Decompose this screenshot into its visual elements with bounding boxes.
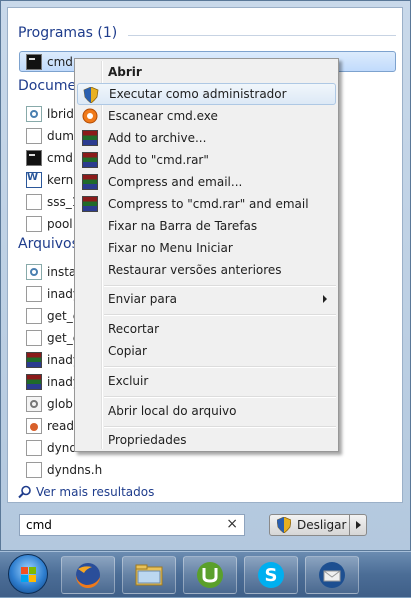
menu-item-run-as-admin[interactable]: Executar como administrador [77, 83, 336, 105]
html-file-icon [26, 417, 42, 434]
result-label: insta [47, 264, 77, 279]
utorrent-icon [197, 562, 223, 588]
menu-item-add-to-cmd-rar[interactable]: Add to "cmd.rar" [77, 149, 336, 171]
winrar-icon [82, 152, 98, 168]
menu-item-label: Excluir [108, 374, 149, 388]
menu-item-label: Fixar no Menu Iniciar [108, 241, 233, 255]
rar-archive-icon [26, 373, 42, 390]
thunderbird-icon [319, 562, 345, 588]
shutdown-options-arrow[interactable] [349, 514, 367, 536]
start-button[interactable] [8, 554, 48, 594]
windows-logo-icon [21, 567, 36, 582]
menu-item-label: Abrir local do arquivo [108, 404, 237, 418]
result-label: read [47, 418, 75, 433]
taskbar-utorrent[interactable] [183, 556, 237, 594]
document-icon [26, 307, 42, 324]
winrar-icon [82, 196, 98, 212]
document-icon [26, 439, 42, 456]
menu-item-label: Recortar [108, 322, 160, 336]
word-document-icon [26, 171, 42, 188]
result-label: cmd [47, 54, 73, 69]
search-box[interactable]: × [19, 514, 245, 536]
winrar-icon [82, 174, 98, 190]
menu-separator [104, 314, 336, 316]
menu-item-pin-start[interactable]: Fixar no Menu Iniciar [77, 237, 336, 259]
result-label: dyndns.h [47, 462, 103, 477]
shutdown-label: Desligar [297, 518, 347, 532]
firefox-icon [75, 563, 100, 589]
menu-item-scan[interactable]: Escanear cmd.exe [77, 105, 336, 127]
result-label: dum [47, 128, 74, 143]
context-menu: Abrir Executar como administrador Escane… [74, 58, 339, 452]
file-result[interactable]: dyndns.h [26, 459, 386, 480]
menu-item-restore-versions[interactable]: Restaurar versões anteriores [77, 259, 336, 281]
taskbar-firefox[interactable] [61, 556, 115, 594]
menu-item-compress-cmd-rar-email[interactable]: Compress to "cmd.rar" and email [77, 193, 336, 215]
taskbar-thunderbird[interactable] [305, 556, 359, 594]
menu-separator [104, 285, 336, 287]
menu-separator [104, 366, 336, 368]
config-file-icon [26, 263, 42, 280]
menu-item-label: Add to "cmd.rar" [108, 153, 209, 167]
see-more-label: Ver mais resultados [36, 485, 155, 499]
menu-item-label: Copiar [108, 344, 147, 358]
uac-shield-icon [83, 87, 99, 103]
menu-item-label: Enviar para [108, 292, 177, 306]
files-header: Arquivos [18, 236, 79, 252]
document-icon [26, 193, 42, 210]
shutdown-button[interactable]: Desligar [269, 514, 350, 536]
taskbar: S [0, 551, 411, 597]
menu-separator [104, 396, 336, 398]
search-icon [18, 485, 31, 499]
menu-item-label: Compress to "cmd.rar" and email [108, 197, 309, 211]
uac-shield-icon [277, 517, 291, 533]
svg-text:S: S [265, 565, 278, 586]
menu-separator [104, 426, 336, 428]
menu-item-label: Propriedades [108, 433, 187, 447]
config-file-icon [26, 105, 42, 122]
settings-file-icon [26, 395, 42, 412]
winrar-icon [82, 130, 98, 146]
skype-icon: S [258, 562, 284, 588]
clear-search-icon[interactable]: × [226, 516, 238, 532]
menu-item-label: Add to archive... [108, 131, 207, 145]
menu-item-cut[interactable]: Recortar [77, 318, 336, 340]
document-icon [26, 215, 42, 232]
menu-item-send-to[interactable]: Enviar para [77, 288, 336, 310]
menu-item-open-file-location[interactable]: Abrir local do arquivo [77, 400, 336, 422]
cmd-icon [26, 53, 42, 70]
rar-archive-icon [26, 351, 42, 368]
menu-item-add-to-archive[interactable]: Add to archive... [77, 127, 336, 149]
menu-item-label: Executar como administrador [109, 87, 287, 101]
cmd-icon [26, 149, 42, 166]
menu-item-delete[interactable]: Excluir [77, 370, 336, 392]
programs-header: Programas (1) [18, 25, 118, 41]
taskbar-explorer[interactable] [122, 556, 176, 594]
result-label: cmd [47, 150, 73, 165]
result-label: globl [47, 396, 77, 411]
menu-item-label: Escanear cmd.exe [108, 109, 218, 123]
folder-icon [135, 564, 163, 586]
document-icon [26, 285, 42, 302]
avast-icon [82, 108, 98, 124]
submenu-arrow-icon [323, 295, 327, 303]
result-label: kern [47, 172, 74, 187]
menu-item-properties[interactable]: Propriedades [77, 429, 336, 451]
programs-divider [128, 35, 396, 36]
menu-item-label: Abrir [108, 65, 142, 79]
search-input[interactable] [26, 517, 216, 533]
menu-item-copy[interactable]: Copiar [77, 340, 336, 362]
see-more-results-link[interactable]: Ver mais resultados [18, 485, 154, 499]
menu-item-compress-email[interactable]: Compress and email... [77, 171, 336, 193]
taskbar-skype[interactable]: S [244, 556, 298, 594]
document-icon [26, 329, 42, 346]
result-label: pool [47, 216, 73, 231]
menu-item-open[interactable]: Abrir [77, 61, 336, 83]
menu-item-label: Restaurar versões anteriores [108, 263, 282, 277]
document-icon [26, 461, 42, 478]
menu-item-label: Fixar na Barra de Tarefas [108, 219, 258, 233]
document-icon [26, 127, 42, 144]
menu-item-label: Compress and email... [108, 175, 243, 189]
menu-item-pin-taskbar[interactable]: Fixar na Barra de Tarefas [77, 215, 336, 237]
